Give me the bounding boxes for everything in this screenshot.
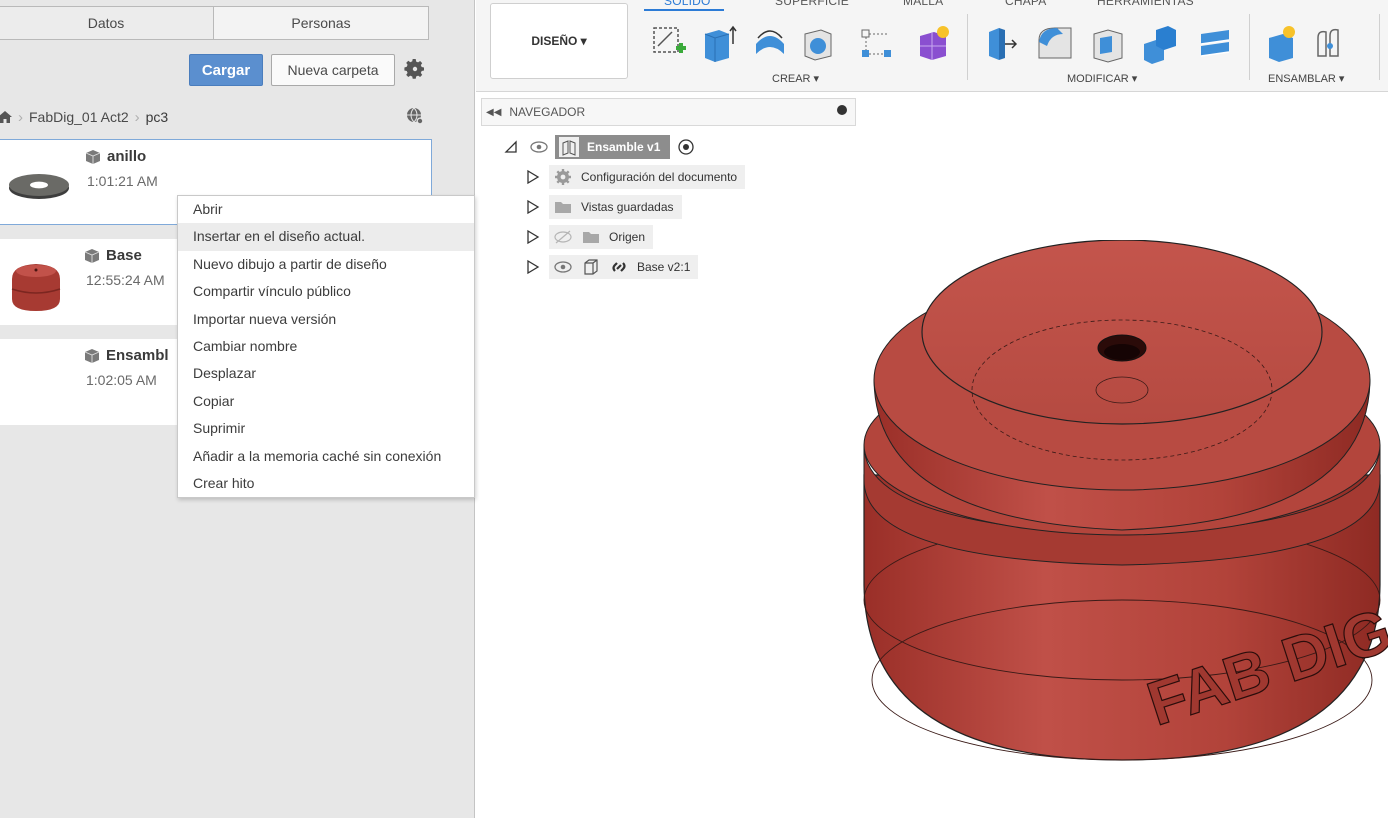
component-icon — [584, 259, 598, 275]
menu-item-suprimir[interactable]: Suprimir — [178, 415, 474, 442]
visibility-eye-icon[interactable] — [553, 257, 573, 277]
breadcrumb-project[interactable]: FabDig_01 Act2 — [29, 109, 129, 125]
collapsed-triangle-icon[interactable] — [525, 199, 541, 215]
new-folder-button[interactable]: Nueva carpeta — [271, 54, 395, 86]
file-name: Base — [84, 247, 142, 264]
collapsed-triangle-icon[interactable] — [525, 259, 541, 275]
gear-icon — [555, 169, 571, 185]
fillet-icon[interactable] — [1035, 20, 1075, 64]
menu-item-compartir[interactable]: Compartir vínculo público — [178, 278, 474, 305]
base-component-chip[interactable]: Base v2:1 — [549, 255, 699, 279]
assemble-group-label[interactable]: ENSAMBLAR ▾ — [1268, 72, 1344, 85]
menu-item-nuevo-dibujo[interactable]: Nuevo dibujo a partir de diseño — [178, 251, 474, 278]
modify-group-label[interactable]: MODIFICAR ▾ — [1067, 72, 1137, 85]
menu-item-abrir[interactable]: Abrir — [178, 196, 474, 223]
file-thumbnail — [9, 174, 69, 199]
stack-icon[interactable] — [1195, 20, 1235, 64]
tree-node-saved-views[interactable]: Vistas guardadas — [525, 195, 682, 219]
tab-solido[interactable]: SÓLIDO — [664, 0, 711, 8]
tab-malla[interactable]: MALLA — [903, 0, 943, 8]
hidden-eye-icon[interactable] — [553, 227, 573, 247]
design-file-icon — [84, 248, 100, 263]
collapsed-triangle-icon[interactable] — [525, 169, 541, 185]
active-tab-indicator — [644, 9, 724, 11]
workspace-switcher-button[interactable]: DISEÑO ▾ — [490, 3, 628, 79]
link-icon — [612, 262, 626, 272]
file-timestamp: 1:01:21 AM — [87, 173, 158, 189]
gear-icon[interactable] — [403, 57, 427, 81]
tab-personas[interactable]: Personas — [213, 7, 428, 39]
folder-icon — [555, 202, 571, 213]
menu-item-cache[interactable]: Añadir a la memoria caché sin conexión — [178, 443, 474, 470]
toolbar-divider — [967, 14, 968, 80]
expanded-triangle-icon[interactable] — [503, 139, 519, 155]
tree-node-root[interactable]: Ensamble v1 — [503, 135, 696, 159]
file-timestamp: 12:55:24 AM — [86, 272, 165, 288]
context-menu: Abrir Insertar en el diseño actual. Nuev… — [177, 195, 475, 498]
globe-icon[interactable] — [405, 106, 425, 126]
file-thumbnail — [11, 264, 61, 311]
create-group-label[interactable]: CREAR ▾ — [772, 72, 819, 85]
press-pull-icon[interactable] — [983, 20, 1023, 64]
assembly-component-icon — [559, 137, 579, 157]
collapse-arrows-icon[interactable]: ◀◀ — [486, 107, 501, 118]
extrude-icon[interactable] — [697, 20, 737, 64]
combine-icon[interactable] — [1140, 20, 1180, 64]
folder-icon — [583, 232, 599, 243]
tab-datos[interactable]: Datos — [0, 7, 213, 39]
toolbar-divider — [1249, 14, 1250, 80]
create-form-icon[interactable] — [912, 20, 952, 64]
menu-item-desplazar[interactable]: Desplazar — [178, 360, 474, 387]
menu-item-insertar[interactable]: Insertar en el diseño actual. — [178, 223, 474, 251]
create-sketch-icon[interactable] — [648, 20, 688, 64]
home-icon[interactable] — [0, 110, 12, 124]
tab-chapa[interactable]: CHAPA — [1005, 0, 1046, 8]
activate-radio-icon[interactable] — [676, 137, 696, 157]
menu-item-copiar[interactable]: Copiar — [178, 388, 474, 415]
file-timestamp: 1:02:05 AM — [86, 372, 157, 388]
tab-herramientas[interactable]: HERRAMIENTAS — [1097, 0, 1194, 8]
breadcrumb-separator: › — [18, 108, 23, 126]
file-name: Ensambl — [84, 347, 169, 364]
upload-button[interactable]: Cargar — [189, 54, 263, 86]
document-settings-chip[interactable]: Configuración del documento — [549, 165, 746, 189]
hole-icon[interactable] — [797, 20, 837, 64]
menu-item-crear-hito[interactable]: Crear hito — [178, 470, 474, 497]
design-file-icon — [85, 149, 101, 164]
revolve-icon[interactable] — [750, 20, 790, 64]
browser-title: NAVEGADOR — [509, 105, 586, 119]
rectangular-pattern-icon[interactable] — [858, 20, 898, 64]
collapsed-triangle-icon[interactable] — [525, 229, 541, 245]
breadcrumb-separator: › — [134, 108, 140, 126]
visibility-eye-icon[interactable] — [529, 137, 549, 157]
breadcrumb: › FabDig_01 Act2 › pc3 — [0, 104, 440, 130]
browser-header: ◀◀ NAVEGADOR — [481, 98, 856, 126]
root-node-chip[interactable]: Ensamble v1 — [555, 135, 671, 159]
breadcrumb-folder[interactable]: pc3 — [146, 109, 169, 125]
model-viewport[interactable]: FAB DIG — [856, 240, 1388, 770]
tree-node-origin[interactable]: Origen — [525, 225, 654, 249]
saved-views-chip[interactable]: Vistas guardadas — [549, 195, 682, 219]
data-panel-tabs: Datos Personas — [0, 6, 429, 40]
tree-node-base-component[interactable]: Base v2:1 — [525, 255, 699, 279]
browser-pin-icon[interactable] — [837, 105, 847, 115]
tree-node-document-settings[interactable]: Configuración del documento — [525, 165, 746, 189]
origin-chip[interactable]: Origen — [549, 225, 654, 249]
menu-item-cambiar-nombre[interactable]: Cambiar nombre — [178, 333, 474, 360]
tab-superficie[interactable]: SUPERFICIE — [775, 0, 849, 8]
shell-icon[interactable] — [1088, 20, 1128, 64]
toolbar-divider — [1379, 14, 1380, 80]
file-name: anillo — [85, 148, 146, 165]
new-component-icon[interactable] — [1263, 20, 1303, 64]
design-file-icon — [84, 348, 100, 363]
joint-icon[interactable] — [1310, 20, 1350, 64]
menu-item-importar[interactable]: Importar nueva versión — [178, 306, 474, 333]
